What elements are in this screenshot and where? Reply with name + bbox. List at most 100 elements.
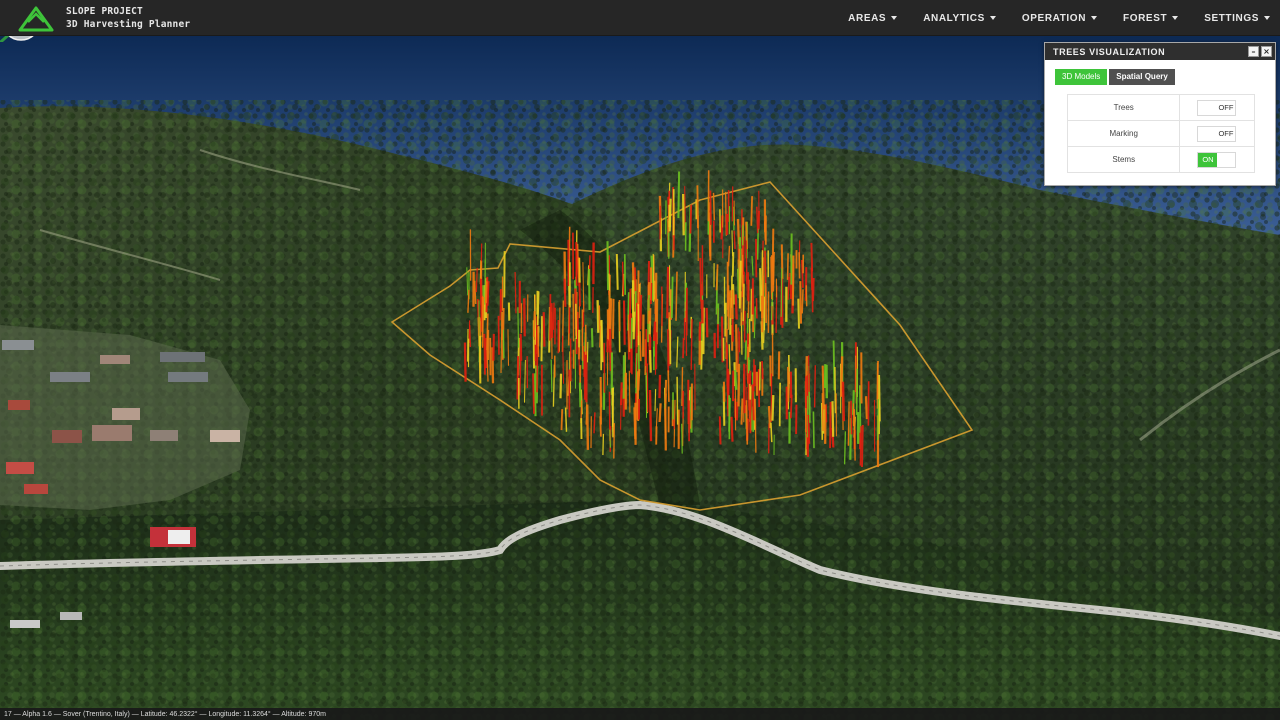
toggle-state: OFF <box>1218 129 1234 138</box>
stems-toggle[interactable]: ON <box>1197 152 1237 168</box>
stem-model <box>812 411 815 449</box>
stem-model <box>630 317 633 349</box>
stem-model <box>602 433 605 456</box>
trees-toggle[interactable]: OFF <box>1197 100 1237 116</box>
stem-model <box>632 311 636 340</box>
nav-forest[interactable]: FOREST <box>1123 13 1179 24</box>
stem-model <box>658 403 662 423</box>
stem-model <box>578 382 582 408</box>
stem-model <box>622 300 626 345</box>
stem-model <box>756 206 759 234</box>
stem-model <box>810 242 814 272</box>
stem-model <box>829 401 832 449</box>
stem-model <box>639 294 643 330</box>
stem-model <box>646 363 649 413</box>
stem-model <box>744 340 748 360</box>
stem-model <box>627 314 631 353</box>
status-bar: 17 — Alpha 1.6 — Sover (Trentino, Italy)… <box>0 708 1280 720</box>
top-navbar: SLOPE PROJECT 3D Harvesting Planner AREA… <box>0 0 1280 36</box>
stem-model <box>542 312 546 347</box>
nav-settings[interactable]: SETTINGS <box>1204 13 1270 24</box>
stem-model <box>654 389 657 412</box>
stem-model <box>590 328 594 348</box>
stem-model <box>467 289 470 313</box>
toggle-row-trees: Trees OFF <box>1066 94 1255 121</box>
toggle-state: OFF <box>1218 103 1234 112</box>
stem-model <box>519 360 522 396</box>
stem-model <box>850 400 853 435</box>
stem-model <box>668 198 672 232</box>
stem-model <box>799 281 803 324</box>
stem-model <box>810 267 813 291</box>
app-title: SLOPE PROJECT <box>66 6 143 17</box>
stem-model <box>540 316 544 362</box>
tab-spatial-query[interactable]: Spatial Query <box>1109 69 1175 85</box>
stem-model <box>484 281 488 304</box>
stem-model <box>813 365 816 408</box>
stem-model <box>761 361 764 380</box>
stem-model <box>560 409 564 431</box>
stem-model <box>798 252 801 279</box>
trees-visualization-panel: TREES VISUALIZATION – × 3D Models Spatia… <box>1044 42 1276 186</box>
stem-model <box>734 369 738 390</box>
stem-model <box>621 261 625 296</box>
brand[interactable]: SLOPE PROJECT 3D Harvesting Planner <box>18 2 190 34</box>
stem-model <box>718 416 722 445</box>
panel-header[interactable]: TREES VISUALIZATION – × <box>1045 43 1275 60</box>
minimize-button[interactable]: – <box>1248 46 1259 57</box>
nav-operation[interactable]: OPERATION <box>1022 13 1098 24</box>
stem-model <box>759 268 762 312</box>
stem-model <box>801 289 804 314</box>
stem-model <box>558 307 561 352</box>
stem-model <box>593 412 596 434</box>
nav-analytics[interactable]: ANALYTICS <box>923 13 996 24</box>
stem-model <box>507 329 510 366</box>
stem-model <box>559 373 563 399</box>
toggle-label: Trees <box>1066 94 1181 121</box>
stem-model <box>853 409 856 461</box>
stem-model <box>831 401 835 437</box>
stem-model <box>855 368 858 415</box>
stem-model <box>637 369 641 391</box>
stem-model <box>635 353 638 394</box>
stem-model <box>877 399 879 441</box>
stem-model <box>864 396 869 420</box>
stem-model <box>469 325 472 348</box>
nav-menu: AREAS ANALYTICS OPERATION FOREST SETTING… <box>822 0 1270 36</box>
stem-model <box>761 250 764 296</box>
stem-model <box>771 395 775 421</box>
app-subtitle: 3D Harvesting Planner <box>66 19 191 30</box>
marking-toggle[interactable]: OFF <box>1197 126 1237 142</box>
stem-model <box>764 282 767 324</box>
stem-model <box>681 367 684 407</box>
stem-model <box>740 398 744 425</box>
stem-model <box>758 361 761 391</box>
stem-model <box>770 422 773 443</box>
nav-areas[interactable]: AREAS <box>848 13 898 24</box>
toggle-row-marking: Marking OFF <box>1066 120 1255 147</box>
stem-model <box>750 196 753 226</box>
stem-model <box>648 349 652 373</box>
stem-model <box>747 272 750 302</box>
caret-down-icon <box>1172 16 1179 20</box>
stem-model <box>536 291 540 326</box>
stem-model <box>550 359 553 393</box>
stem-model <box>606 241 610 291</box>
stem-model <box>598 305 601 330</box>
stem-model <box>532 373 535 414</box>
stem-model <box>728 344 731 375</box>
stem-model <box>502 329 505 359</box>
stem-model <box>729 290 732 319</box>
stem-model <box>807 414 811 444</box>
stem-model <box>475 267 478 293</box>
stem-model <box>664 408 667 451</box>
close-button[interactable]: × <box>1261 46 1272 57</box>
tab-3d-models[interactable]: 3D Models <box>1055 69 1108 85</box>
stem-model <box>855 355 857 404</box>
stem-model <box>705 307 709 338</box>
stem-model <box>877 374 881 422</box>
stem-model <box>611 298 615 339</box>
stem-model <box>720 316 724 363</box>
caret-down-icon <box>1091 16 1098 20</box>
stem-model <box>772 251 775 292</box>
